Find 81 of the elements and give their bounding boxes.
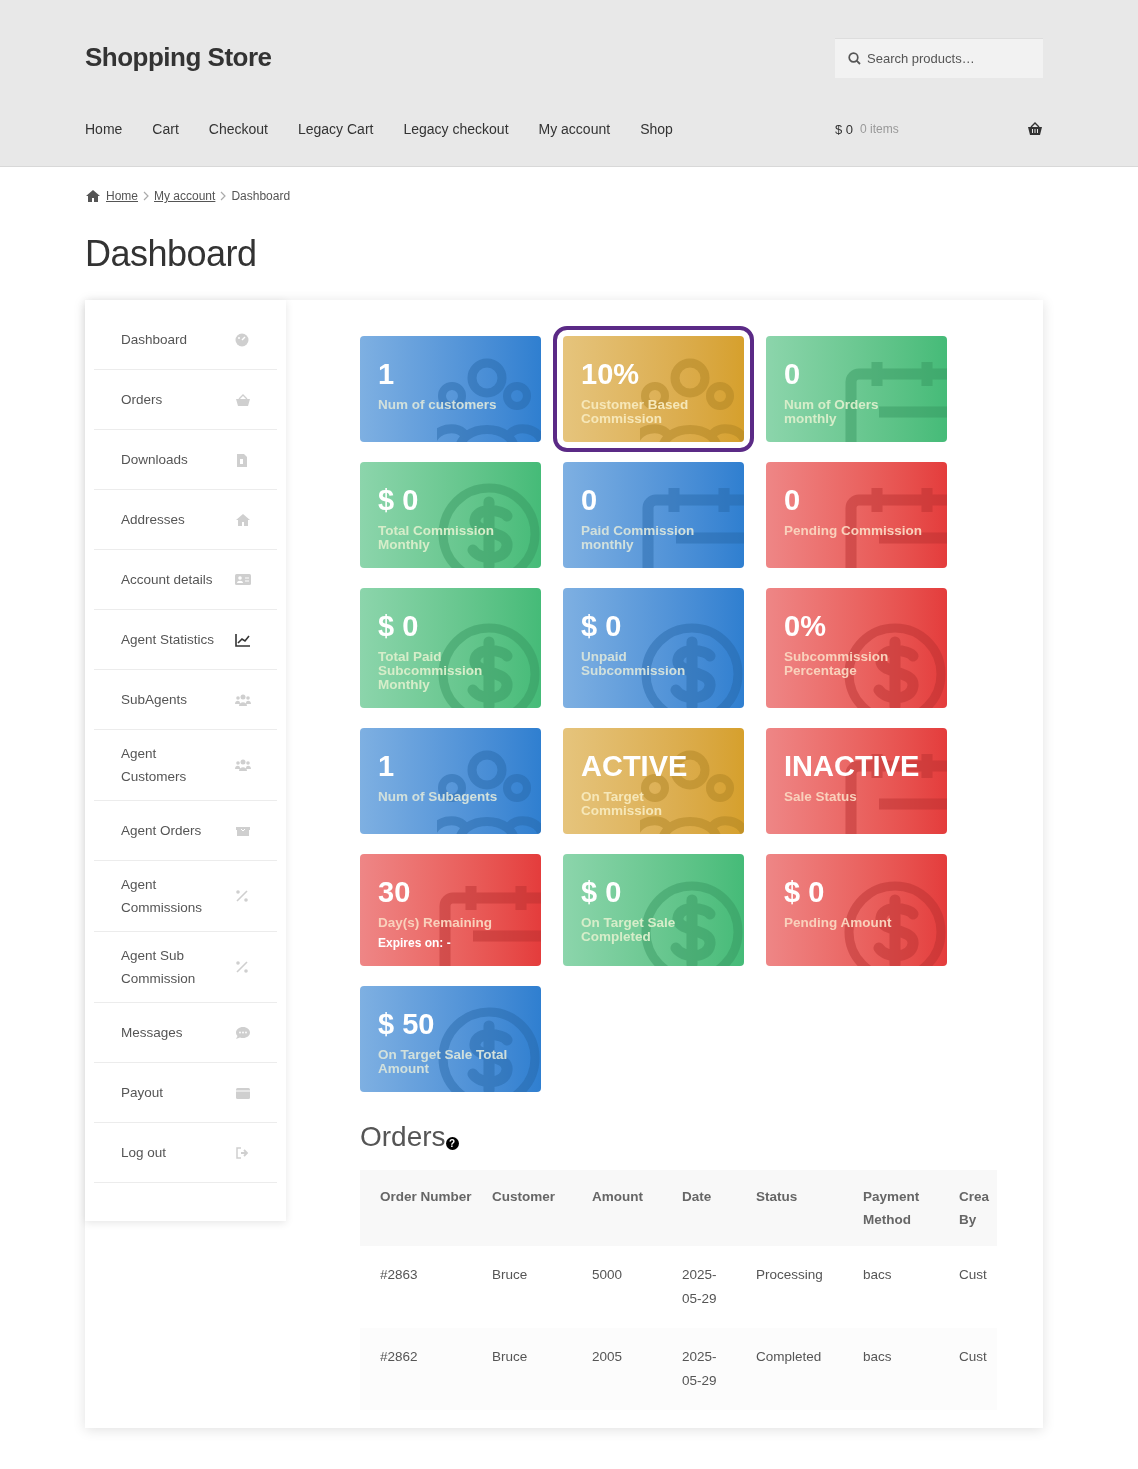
stat-value: ACTIVE [581,749,689,784]
stat-value: $ 0 [378,609,420,644]
stat-value: 0% [784,609,827,644]
breadcrumb-current: Dashboard [231,189,291,203]
nav-link[interactable]: Legacy Cart [297,121,374,137]
stat-value: $ 0 [581,609,623,644]
sidebar-item[interactable]: Agent Commissions [94,861,277,932]
stat-value: 1 [378,749,396,784]
column-header: Order Number [360,1170,472,1246]
sidebar-item[interactable]: Payout [94,1063,277,1123]
stat-value: 1 [378,357,396,392]
stat-label: Total Paid Subcommission Monthly [378,650,484,692]
sidebar-item[interactable]: Dashboard [94,310,277,370]
site-title[interactable]: Shopping Store [85,41,272,73]
sidebar-item[interactable]: Messages [94,1003,277,1063]
table-cell: Cust [939,1246,997,1328]
nav-link[interactable]: Shop [640,121,673,137]
sidebar-item[interactable]: Agent Orders [94,801,277,861]
stat-label: Sale Status [784,790,858,804]
stat-label: Pending Amount [784,916,893,930]
home-icon [85,189,101,203]
breadcrumb-link[interactable]: Home [106,189,138,203]
stat-label: Num of customers [378,398,498,412]
stat-value: $ 0 [784,875,826,910]
sidebar-item[interactable]: Addresses [94,490,277,550]
nav-link[interactable]: Cart [152,121,179,137]
table-cell: bacs [843,1246,939,1328]
nav-link[interactable]: Home [85,121,123,137]
table-cell: 2025-05-29 [662,1246,736,1328]
chevron-icon [220,191,227,201]
table-cell: Bruce [472,1246,572,1328]
column-header: Date [662,1170,736,1246]
stat-label: On Target Sale Total Amount [378,1048,509,1076]
section-title: Orders [360,1122,446,1152]
stat-label: Total Commission Monthly [378,524,495,552]
sidebar-item[interactable]: Log out [94,1123,277,1183]
stat-value: 0 [581,483,599,518]
stat-label: Subcommission Percentage [784,650,890,678]
help-icon[interactable]: ? [445,1137,459,1150]
nav-link[interactable]: My account [538,121,611,137]
stat-label: Num of Orders monthly [784,398,880,426]
column-header: Crea By [939,1170,997,1246]
sidebar-item[interactable]: Downloads [94,430,277,490]
nav-link[interactable]: Checkout [208,121,268,137]
stat-label: Day(s) Remaining [378,916,494,930]
sidebar-item[interactable]: Agent Statistics [94,610,277,670]
column-header: Customer [472,1170,572,1246]
column-header: Payment Method [843,1170,939,1246]
table-cell: #2863 [360,1246,472,1328]
expiry-note: Expires on: - [378,936,452,950]
stat-label: Paid Commission monthly [581,524,696,552]
cart-total[interactable]: $ 0 [835,121,854,137]
sidebar-item[interactable]: Agent Customers [94,730,277,801]
stat-label: Customer Based Commission [581,398,690,426]
stat-label: Unpaid Subcommission [581,650,687,678]
sidebar-item[interactable]: Orders [94,370,277,430]
column-header: Status [736,1170,843,1246]
stat-value: 0 [784,483,802,518]
stat-label: On Target Sale Completed [581,916,677,944]
page-title: Dashboard [85,233,258,275]
stat-value: 10% [581,357,641,392]
stat-value: INACTIVE [784,749,921,784]
column-header: Amount [572,1170,662,1246]
stat-label: Pending Commission [784,524,923,538]
breadcrumb-link[interactable]: My account [154,189,216,203]
basket-icon[interactable] [1027,122,1043,136]
stat-value: $ 50 [378,1007,436,1042]
table-cell: Processing [736,1246,843,1328]
sidebar-item[interactable]: SubAgents [94,670,277,730]
stat-label: Num of Subagents [378,790,499,804]
search-field[interactable]: Search products… [835,38,1043,78]
stat-label: On Target Commission [581,790,663,818]
table-cell: 5000 [572,1246,662,1328]
sidebar-item[interactable]: Account details [94,550,277,610]
stat-value: $ 0 [378,483,420,518]
stat-value: 30 [378,875,412,910]
chevron-icon [143,191,149,201]
stat-value: 0 [784,357,802,392]
nav-link[interactable]: Legacy checkout [403,121,509,137]
stat-value: $ 0 [581,875,623,910]
sidebar-item[interactable]: Agent Sub Commission [94,932,277,1003]
